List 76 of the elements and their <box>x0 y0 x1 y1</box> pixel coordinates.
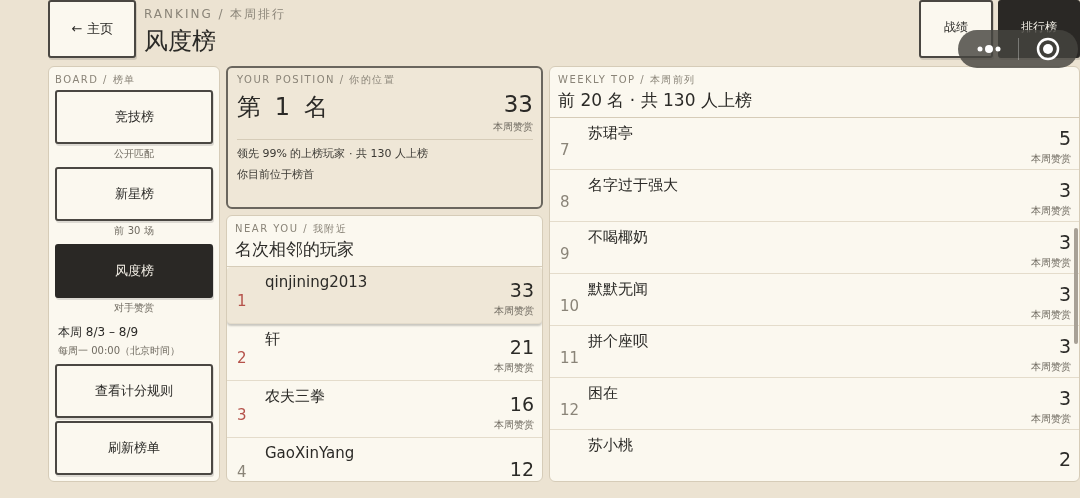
score-label: 本周赞赏 <box>1031 152 1071 166</box>
action-button[interactable]: 查看计分规则 <box>55 364 213 418</box>
score-value: 33 <box>503 91 533 117</box>
rank-number: 4 <box>237 462 248 481</box>
more-icon[interactable] <box>976 44 1003 54</box>
player-row[interactable]: 8 名字过于强大 3 本周赞赏 <box>550 170 1079 222</box>
rank-number: 9 <box>560 243 571 263</box>
player-name: 轩 <box>265 329 281 349</box>
player-row[interactable]: 苏小桃 2 <box>550 430 1079 481</box>
player-name: GaoXinYang <box>265 443 356 462</box>
close-target-icon[interactable] <box>1035 37 1060 61</box>
action-button[interactable]: 刷新榜单 <box>55 421 213 475</box>
board-caption: 公开匹配 <box>113 147 155 161</box>
board-button[interactable]: 竞技榜 <box>55 90 213 144</box>
player-row[interactable]: 12 困在 3 本周赞赏 <box>550 378 1079 430</box>
board-button[interactable]: 新星榜 <box>55 167 213 221</box>
panel-eyebrow: WEEKLY TOP / 本周前列 <box>558 73 697 87</box>
panel-eyebrow: NEAR YOU / 我附近 <box>235 222 349 236</box>
page-title: 风度榜 <box>144 26 217 57</box>
player-name: 苏珺亭 <box>588 123 634 143</box>
rank-number: 8 <box>560 191 571 211</box>
score-value: 21 <box>509 335 534 358</box>
home-button[interactable]: ← 主页 <box>48 0 136 58</box>
score-label: 本周赞赏 <box>1031 412 1071 426</box>
score-label: 本周赞赏 <box>494 417 534 432</box>
rank-number: 7 <box>560 139 571 159</box>
rank-text: 第 1 名 <box>237 92 331 123</box>
panel-title: 前 20 名 · 共 130 人上榜 <box>558 89 753 112</box>
player-row[interactable]: 2 轩 21 本周赞赏 <box>227 324 542 381</box>
score-value: 12 <box>509 458 534 480</box>
week-range: 本周 8/3 – 8/9 <box>57 324 140 341</box>
rank-number: 1 <box>237 291 248 310</box>
scrollbar-thumb[interactable] <box>1074 228 1078 344</box>
score-value: 5 <box>1058 127 1071 149</box>
player-name: 不喝椰奶 <box>588 227 649 247</box>
rank-number: 11 <box>560 347 581 367</box>
score-value: 3 <box>1058 179 1071 201</box>
score-label: 本周赞赏 <box>494 303 534 318</box>
score-value: 3 <box>1058 231 1071 253</box>
score-label: 本周赞赏 <box>1031 360 1071 374</box>
rank-number: 3 <box>237 405 248 424</box>
status-text: 你目前位于榜首 <box>237 167 315 182</box>
rank-number: 10 <box>560 295 581 315</box>
player-name: 农夫三拳 <box>265 386 326 406</box>
panel-eyebrow: YOUR POSITION / 你的位置 <box>237 73 397 87</box>
player-name: 拼个座呗 <box>588 331 649 351</box>
lead-text: 领先 99% 的上榜玩家 · 共 130 人上榜 <box>237 146 429 161</box>
player-name: 名字过于强大 <box>588 175 679 195</box>
rank-number: 12 <box>560 399 581 419</box>
player-name: 苏小桃 <box>588 435 634 455</box>
player-row[interactable]: 1 qinjining2013 33 本周赞赏 <box>227 267 542 324</box>
rank-number: 2 <box>237 348 248 367</box>
panel-eyebrow: BOARD / 榜单 <box>55 73 137 87</box>
score-value: 16 <box>509 392 534 415</box>
page-eyebrow: RANKING / 本周排行 <box>144 6 287 23</box>
player-row[interactable]: 7 苏珺亭 5 本周赞赏 <box>550 118 1079 170</box>
score-value: 3 <box>1058 283 1071 305</box>
board-caption: 对手赞赏 <box>113 301 155 315</box>
player-name: 默默无闻 <box>588 279 649 299</box>
score-value: 2 <box>1058 447 1071 470</box>
score-label: 本周赞赏 <box>494 360 534 375</box>
board-caption: 前 30 场 <box>113 224 155 238</box>
score-label: 本周赞赏 <box>1031 256 1071 270</box>
panel-title: 名次相邻的玩家 <box>235 238 355 261</box>
score-value: 3 <box>1058 387 1071 409</box>
score-value: 33 <box>509 278 534 301</box>
player-name: 困在 <box>588 383 619 403</box>
reset-time: 每周一 00:00（北京时间） <box>57 344 181 358</box>
score-label: 本周赞赏 <box>1031 204 1071 218</box>
player-row[interactable]: 4 GaoXinYang 12 <box>227 438 542 481</box>
board-button[interactable]: 风度榜 <box>55 244 213 298</box>
score-label: 本周赞赏 <box>1031 308 1071 322</box>
player-name: qinjining2013 <box>265 272 369 291</box>
score-value: 3 <box>1058 335 1071 357</box>
player-row[interactable]: 3 农夫三拳 16 本周赞赏 <box>227 381 542 438</box>
score-label: 本周赞赏 <box>493 120 533 134</box>
